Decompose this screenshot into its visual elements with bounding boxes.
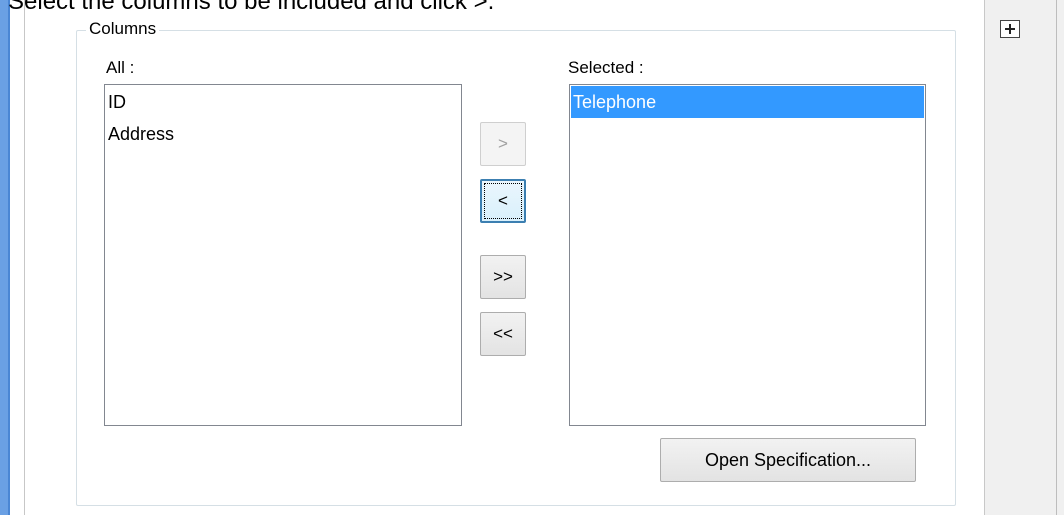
list-item-id[interactable]: ID — [106, 86, 460, 118]
all-columns-label: All : — [106, 58, 135, 77]
selected-columns-label: Selected : — [568, 58, 644, 77]
all-columns-list[interactable]: ID Address — [104, 84, 462, 426]
list-item-address[interactable]: Address — [106, 118, 460, 150]
add-all-columns-button[interactable]: >> — [480, 255, 526, 299]
remove-all-columns-button[interactable]: << — [480, 312, 526, 356]
selected-columns-list[interactable]: Telephone — [569, 84, 926, 426]
right-side-panel — [984, 0, 1064, 515]
open-specification-button[interactable]: Open Specification... — [660, 438, 916, 482]
instruction-text: Select the columns to be included and cl… — [8, 0, 495, 15]
focus-ring — [484, 183, 522, 219]
left-accent-bar — [0, 0, 10, 515]
expand-plus-icon[interactable] — [1000, 20, 1020, 38]
list-item-telephone[interactable]: Telephone — [571, 86, 924, 118]
columns-group-title: Columns — [86, 19, 160, 39]
remove-column-button[interactable]: < — [480, 179, 526, 223]
right-panel-divider — [1056, 0, 1057, 515]
left-divider — [24, 0, 25, 515]
add-column-button[interactable]: > — [480, 122, 526, 166]
